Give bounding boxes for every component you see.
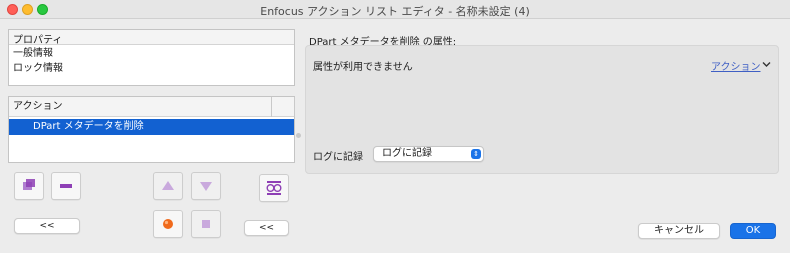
add-action-icon xyxy=(23,179,35,190)
move-down-icon xyxy=(200,182,212,191)
stop-icon xyxy=(202,220,210,228)
preview-glasses-icon xyxy=(266,181,282,195)
cancel-button[interactable]: キャンセル xyxy=(638,223,720,239)
window-title: Enfocus アクション リスト エディタ - 名称未設定 (4) xyxy=(260,5,530,18)
no-attributes-message: 属性が利用できません xyxy=(313,62,413,73)
action-list-editor-window: Enfocus アクション リスト エディタ - 名称未設定 (4) プロパティ… xyxy=(0,0,790,253)
stop-button[interactable] xyxy=(191,210,221,238)
split-handle[interactable] xyxy=(296,133,301,138)
move-up-button[interactable] xyxy=(153,172,183,200)
collapse-left-button[interactable]: << xyxy=(14,218,80,234)
properties-header: プロパティ xyxy=(9,30,294,46)
action-menu-link[interactable]: アクション xyxy=(711,58,761,73)
collapse-right-button[interactable]: << xyxy=(244,220,289,236)
record-button[interactable] xyxy=(153,210,183,238)
log-select-value: ログに記録 xyxy=(382,148,432,159)
log-select[interactable]: ログに記録 ⇕ xyxy=(373,146,484,162)
properties-list[interactable]: プロパティ 一般情報 ロック情報 xyxy=(8,29,295,86)
property-item-general[interactable]: 一般情報 xyxy=(9,46,294,61)
action-row-selected[interactable]: DPart メタデータを削除 xyxy=(9,119,294,135)
remove-action-button[interactable] xyxy=(51,172,81,200)
move-up-icon xyxy=(162,181,174,190)
move-down-button[interactable] xyxy=(191,172,221,200)
actions-list[interactable]: アクション DPart メタデータを削除 xyxy=(8,96,295,163)
preview-button[interactable] xyxy=(259,174,289,202)
ok-button[interactable]: OK xyxy=(730,223,776,239)
chevron-down-icon[interactable] xyxy=(762,61,771,68)
column-divider-right xyxy=(294,97,295,117)
actions-header: アクション xyxy=(9,97,294,117)
property-item-lock[interactable]: ロック情報 xyxy=(9,61,294,76)
select-arrows-icon: ⇕ xyxy=(471,149,481,159)
remove-action-icon xyxy=(60,184,72,188)
title-bar: Enfocus アクション リスト エディタ - 名称未設定 (4) xyxy=(0,0,790,19)
log-label: ログに記録 xyxy=(313,152,363,163)
record-icon xyxy=(163,219,173,229)
column-divider xyxy=(271,97,272,117)
add-action-button[interactable] xyxy=(14,172,44,200)
